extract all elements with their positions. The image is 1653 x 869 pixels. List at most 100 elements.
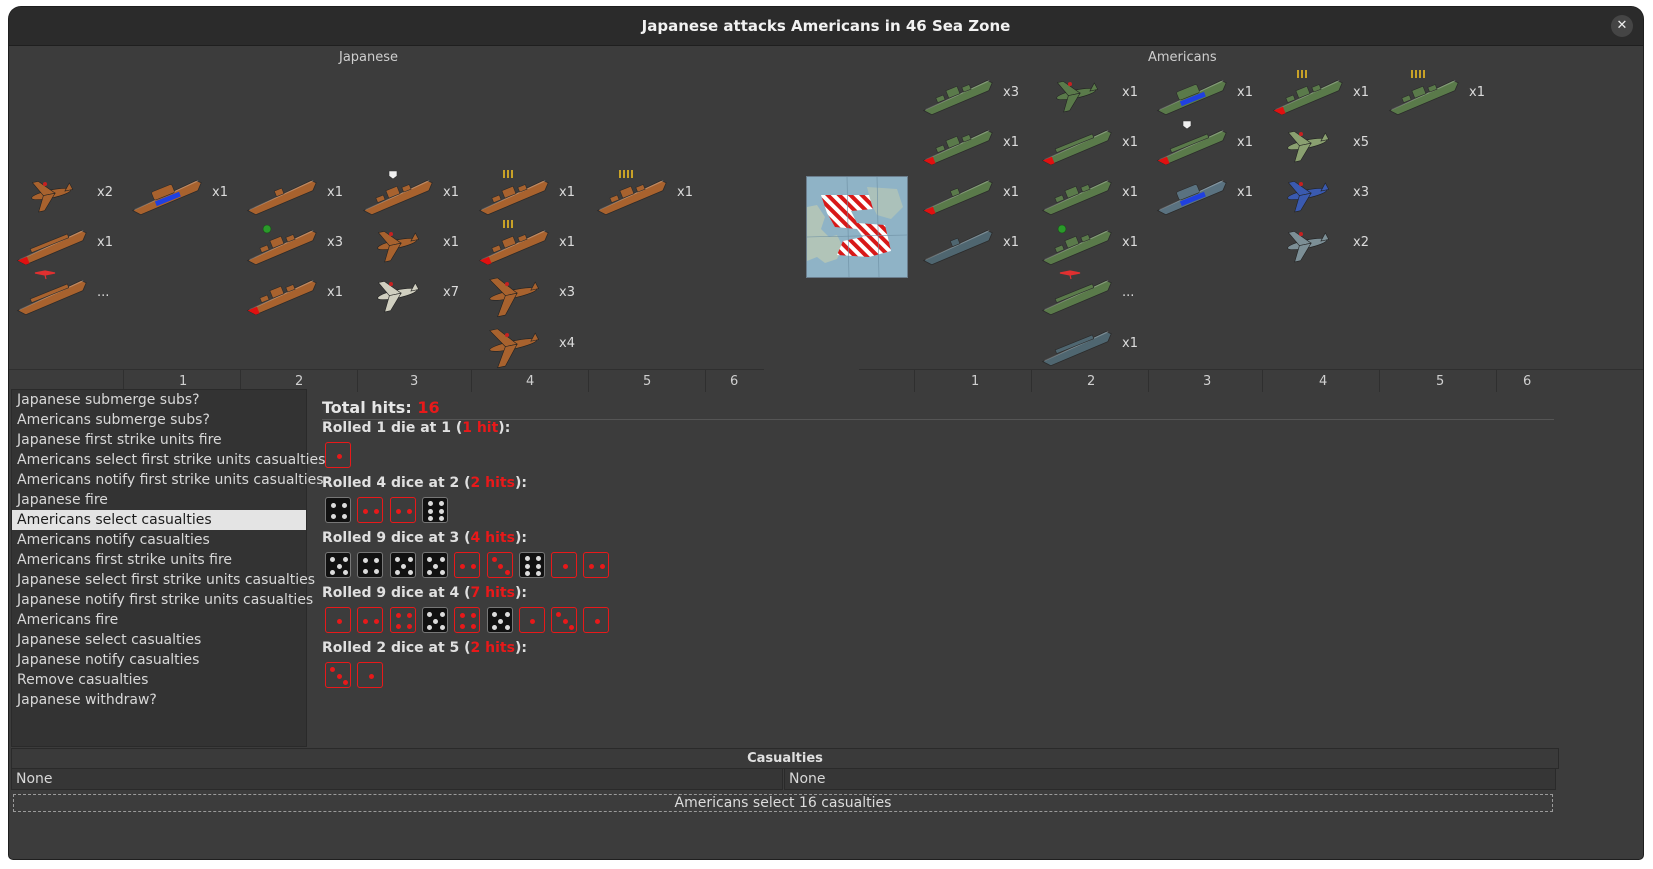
damaged-carrier-shield-icon [1156,120,1227,166]
close-icon[interactable]: ✕ [1611,15,1633,37]
axis-label: 4 [526,374,535,389]
battle-step-item[interactable]: Japanese notify first strike units casua… [12,590,313,610]
die-pip [407,557,413,562]
battle-step-item[interactable]: Japanese fire [12,490,306,510]
die-pip [336,453,342,459]
die-pip [374,618,380,624]
defender-label: Americans [1148,50,1217,65]
battle-step-item[interactable]: Japanese withdraw? [12,690,306,710]
damaged-carrier-icon [1041,130,1112,166]
axis-label: 3 [1203,374,1212,389]
battle-step-item[interactable]: Remove casualties [12,670,306,690]
attacker-unit-carrier-with-bomber: ... [9,267,119,319]
die-hit [551,552,578,578]
die-pip [343,557,348,562]
die-pip [460,563,466,569]
unit-count: ... [1122,285,1135,300]
die-pip [374,508,380,514]
die-pip [471,563,477,569]
die-pip [491,612,497,617]
die-pip [460,613,466,618]
battle-step-item[interactable]: Americans submerge subs? [12,410,306,430]
unit-count: x1 [1003,235,1019,250]
die-pip [426,557,432,562]
transport-icon [131,180,202,216]
defender-unit-carrier-with-bomber: ... [1034,267,1144,319]
fighter-icon [1287,131,1330,163]
unit-count: x1 [1237,185,1253,200]
die-pip [471,624,477,629]
axis-label: 1 [179,374,188,389]
die-pip [363,569,369,574]
die-pip [491,557,497,562]
die-pip [395,508,401,514]
fighter-blue-icon [1287,181,1330,213]
unit-count: x1 [327,185,343,200]
die-pip [524,556,530,561]
unit-count: x7 [443,285,459,300]
defender-unit-submarine-grey: x1 [915,217,1025,269]
die-pip [401,563,407,569]
die-miss [518,552,545,578]
battle-step-item[interactable]: Japanese select first strike units casua… [12,570,315,590]
unit-count: x1 [1237,135,1253,150]
die-pip [395,613,401,618]
defender-unit-damaged-submarine: x1 [915,167,1025,219]
die-pip [504,612,510,617]
battle-step-item[interactable]: Americans notify first strike units casu… [12,470,324,490]
carrier-with-fighter-icon [1056,81,1099,113]
axis-label: 2 [1087,374,1096,389]
battle-step-item[interactable]: Americans first strike units fire [12,550,306,570]
dice-results-panel: Total hits: 16 Rolled 1 die at 1 (1 hit)… [309,389,1643,745]
die-pip [427,508,433,514]
die-pip [406,613,412,618]
die-hit [357,662,384,688]
die-pip [406,624,412,629]
die-pip [556,612,562,617]
unit-count: x1 [559,235,575,250]
attacker-casualties: None [11,768,783,790]
battle-step-item[interactable]: Japanese select casualties [12,630,306,650]
die-pip [374,558,380,563]
die-hit [518,607,545,633]
unit-count: x1 [1003,185,1019,200]
unit-count: x1 [1469,85,1485,100]
die-pip [331,514,336,519]
axis-label: 6 [730,374,739,389]
die-pip [374,569,380,574]
casualties-header: Casualties [11,748,1559,769]
die-pip [368,673,374,679]
sea-zone-map-icon [806,176,908,278]
unit-count: x1 [212,185,228,200]
battleship-4-icon [1388,70,1459,116]
defender-unit-damaged-carrier-shield: x1 [1149,117,1259,169]
die-pip [530,618,536,624]
axis-label: 5 [643,374,652,389]
attacker-label: Japanese [339,50,399,65]
die-pip [394,570,400,575]
die-pip [406,508,412,514]
attacker-unit-damaged-destroyer: x1 [239,267,349,319]
unit-count: x5 [1353,135,1369,150]
defender-unit-fighter: x5 [1265,117,1375,169]
battle-step-item[interactable]: Americans select casualties [12,510,306,530]
battle-step-item[interactable]: Japanese notify casualties [12,650,306,670]
die-hit [325,662,351,688]
defender-unit-destroyer: x1 [1034,167,1144,219]
die-pip [363,558,369,563]
battle-step-item[interactable]: Americans select first strike units casu… [12,450,325,470]
total-hits: Total hits: 16 [322,398,440,417]
battle-step-item[interactable]: Japanese submerge subs? [12,390,306,410]
attacker-unit-battleship-4: x1 [589,167,699,219]
battle-step-item[interactable]: Americans notify casualties [12,530,306,550]
roll-summary: Rolled 4 dice at 2 (2 hits): [322,475,527,491]
battle-step-item[interactable]: Americans fire [12,610,306,630]
die-miss [421,607,448,633]
battle-steps-list[interactable]: Japanese submerge subs? Americans submerg… [11,389,325,747]
damaged-battleship-3-icon [478,220,549,266]
die-miss [357,552,384,578]
battle-step-item[interactable]: Japanese first strike units fire [12,430,306,450]
die-pip [426,570,432,575]
die-pip [491,625,497,630]
die-pip [439,625,445,630]
